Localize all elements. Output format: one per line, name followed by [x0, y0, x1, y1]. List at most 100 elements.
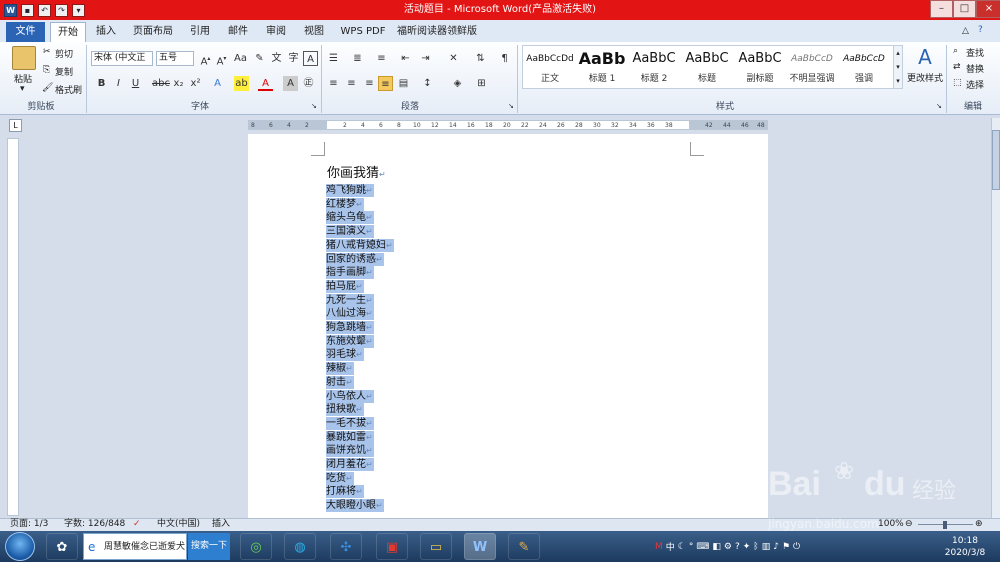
numbering-icon[interactable]: ≣: [350, 51, 365, 66]
paragraph-dialog-launcher-icon[interactable]: ↘: [508, 102, 514, 110]
ime-label[interactable]: 中: [666, 540, 675, 553]
document-line[interactable]: 三国演义↵: [326, 225, 374, 239]
document-line[interactable]: 一毛不拔↵: [326, 416, 374, 430]
tab-wps-pdf[interactable]: WPS PDF: [336, 22, 390, 42]
subscript-icon[interactable]: x₂: [171, 76, 186, 91]
tab-file[interactable]: 文件: [6, 22, 45, 42]
app-launcher-icon[interactable]: ✿: [46, 533, 78, 560]
document-line[interactable]: 狗急跳墙↵: [326, 321, 374, 334]
font-name-combo[interactable]: 宋体 (中文正: [91, 51, 153, 66]
save-icon[interactable]: ▪: [21, 3, 34, 17]
language-indicator[interactable]: 中文(中国): [157, 518, 200, 531]
style-emphasis[interactable]: AaBbCcD 强调: [838, 47, 890, 87]
redo-icon[interactable]: ↷: [55, 3, 68, 17]
enclose-char-icon[interactable]: ㊣: [301, 76, 316, 91]
punct-icon[interactable]: °: [689, 542, 694, 552]
document-line[interactable]: 红楼梦↵: [326, 197, 364, 211]
font-size-combo[interactable]: 五号: [156, 51, 194, 66]
clear-format-icon[interactable]: ✎: [252, 51, 267, 66]
clock[interactable]: 10:18 2020/3/8: [940, 533, 990, 560]
document-line[interactable]: 回家的诱惑↵: [326, 252, 384, 266]
app-icon[interactable]: ◍: [284, 533, 316, 560]
shrink-font-icon[interactable]: A▾: [214, 51, 229, 67]
document-line[interactable]: 拍马屁↵: [326, 279, 364, 293]
horizontal-ruler[interactable]: 8 6 4 2 2 4 6 8 10 12 14 16 18 20 22 24 …: [248, 120, 768, 130]
keyboard-icon[interactable]: ⌨: [696, 542, 709, 552]
word-logo-icon[interactable]: W: [4, 3, 17, 17]
tab-review[interactable]: 审阅: [260, 22, 292, 42]
tab-references[interactable]: 引用: [184, 22, 216, 42]
document-line[interactable]: 东施效颦↵: [326, 334, 374, 348]
text-effects-icon[interactable]: A: [210, 76, 225, 91]
input-method-icon[interactable]: M: [655, 542, 663, 552]
justify-icon[interactable]: ≡: [378, 76, 393, 91]
document-line[interactable]: 打麻将↵: [326, 485, 364, 499]
tab-view[interactable]: 视图: [298, 22, 330, 42]
word-count[interactable]: 字数: 126/848: [64, 518, 125, 531]
tab-home[interactable]: 开始: [50, 22, 86, 42]
superscript-icon[interactable]: x²: [188, 76, 203, 91]
style-heading-1[interactable]: AaBb 标题 1: [576, 47, 628, 87]
document-line[interactable]: 画饼充饥↵: [326, 444, 374, 458]
customize-qat-icon[interactable]: ▾: [72, 3, 85, 17]
replace-button[interactable]: 替换: [966, 62, 984, 75]
tab-selector[interactable]: L: [9, 119, 22, 132]
italic-icon[interactable]: I: [111, 76, 126, 91]
tab-page-layout[interactable]: 页面布局: [130, 22, 176, 42]
document-line[interactable]: 鸡飞狗跳↵: [326, 184, 374, 197]
power-icon[interactable]: ⏻: [793, 542, 800, 552]
decrease-indent-icon[interactable]: ⇤: [398, 51, 413, 66]
underline-icon[interactable]: U: [128, 76, 143, 91]
shading-icon[interactable]: ◈: [450, 76, 465, 91]
style-subtle-emphasis[interactable]: AaBbCcD 不明显强调: [786, 47, 838, 87]
document-line[interactable]: 缩头乌龟↵: [326, 211, 374, 225]
bullets-icon[interactable]: ☰: [326, 51, 341, 66]
document-line[interactable]: 猪八戒背媳妇↵: [326, 238, 394, 252]
sort-icon[interactable]: ⇅: [473, 51, 488, 66]
cloud-icon[interactable]: ✣: [330, 533, 362, 560]
styles-dialog-launcher-icon[interactable]: ↘: [936, 102, 942, 110]
vertical-ruler[interactable]: [7, 138, 19, 516]
network-icon[interactable]: ▥: [762, 542, 771, 552]
find-button[interactable]: 查找: [966, 46, 984, 59]
start-button[interactable]: [5, 532, 35, 561]
tab-mailings[interactable]: 邮件: [222, 22, 254, 42]
folder-icon[interactable]: ▭: [420, 533, 452, 560]
distributed-icon[interactable]: ▤: [396, 76, 411, 91]
style-normal[interactable]: AaBbCcDd 正文: [524, 47, 576, 87]
borders-icon[interactable]: ⊞: [474, 76, 489, 91]
font-dialog-launcher-icon[interactable]: ↘: [311, 102, 317, 110]
cut-button[interactable]: 剪切: [55, 47, 73, 60]
highlight-icon[interactable]: ab: [234, 76, 249, 91]
document-title[interactable]: 你画我猜↵: [327, 162, 386, 181]
minimize-button[interactable]: –: [930, 0, 953, 18]
tools-icon[interactable]: ✦: [743, 542, 751, 552]
paste-icon[interactable]: [12, 46, 36, 70]
bluetooth-icon[interactable]: ᛒ: [753, 542, 758, 552]
insert-mode[interactable]: 插入: [212, 518, 230, 531]
styles-scroll-icon[interactable]: ▴ ▾ ▾: [893, 45, 903, 89]
show-marks-icon[interactable]: ¶: [497, 51, 512, 66]
change-styles-button[interactable]: 更改样式: [907, 71, 943, 84]
document-line[interactable]: 吃货↵: [326, 471, 354, 485]
tray-icon[interactable]: ◧: [712, 542, 721, 552]
character-shading-icon[interactable]: A: [283, 76, 298, 91]
document-line[interactable]: 射击↵: [326, 375, 354, 389]
help-icon[interactable]: ?: [978, 25, 983, 35]
document-line[interactable]: 扭秧歌↵: [326, 403, 364, 417]
settings-icon[interactable]: ⚙: [724, 542, 732, 552]
document-line[interactable]: 辣椒↵: [326, 362, 354, 376]
maximize-button[interactable]: □: [953, 0, 976, 18]
select-button[interactable]: 选择: [966, 78, 984, 91]
document-line[interactable]: 指手画脚↵: [326, 266, 374, 280]
phonetic-guide-icon[interactable]: 文: [269, 51, 284, 66]
browser-360-icon[interactable]: ◎: [240, 533, 272, 560]
align-left-icon[interactable]: ≡: [326, 76, 341, 91]
multilevel-list-icon[interactable]: ≡: [374, 51, 389, 66]
ie-taskbar-item[interactable]: e 周慧敏催念已逝爱犬: [83, 533, 187, 560]
presentation-icon[interactable]: ▣: [376, 533, 408, 560]
document-line[interactable]: 羽毛球↵: [326, 348, 364, 362]
change-case-icon[interactable]: Aa: [233, 51, 248, 66]
document-line[interactable]: 暴跳如雷↵: [326, 430, 374, 444]
search-button[interactable]: 搜索一下: [188, 533, 230, 560]
